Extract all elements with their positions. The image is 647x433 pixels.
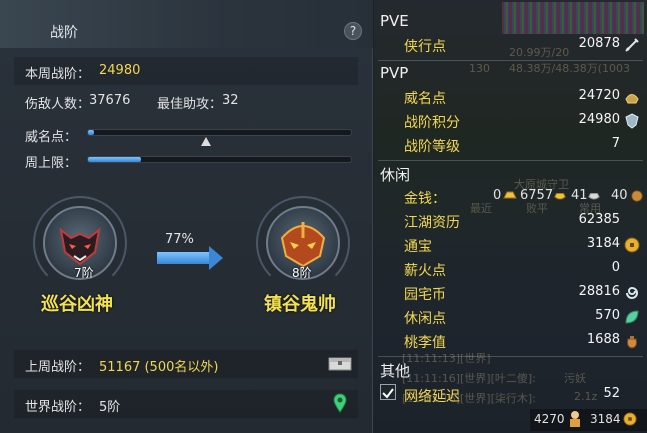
arrow-right-icon (209, 246, 223, 270)
pvp-item-label: 威名点 (404, 91, 446, 107)
rank-progress-arrow (157, 252, 211, 264)
leisure-item-label: 江湖资历 (404, 215, 460, 231)
weekly-cap-bar-fill (88, 157, 141, 162)
pvp-item-label: 战阶积分 (404, 115, 460, 131)
background-text: 130 (469, 62, 490, 75)
leisure-item-value: 62385 (578, 212, 620, 227)
assists-label: 最佳助攻： (157, 97, 223, 112)
pvp-item-value: 24720 (578, 88, 620, 103)
leisure-item-label: 园宅币 (404, 287, 446, 303)
money-gold-value: 0 (493, 188, 502, 203)
kills-label: 伤敌人数： (25, 97, 91, 112)
chest-icon[interactable] (328, 355, 352, 371)
kills-value: 37676 (89, 93, 131, 108)
leisure-item-value: 570 (595, 308, 620, 323)
money-label: 金钱： (404, 191, 446, 207)
money-row: 金钱： 0 6757 41 40 (404, 186, 644, 208)
coin-icon (624, 237, 640, 253)
help-button[interactable]: ? (344, 22, 362, 40)
reputation-marker-icon (201, 137, 212, 146)
pvp-item-value: 24980 (578, 112, 620, 127)
panel-header: 战阶 ? (0, 0, 373, 48)
crest-icon (625, 113, 639, 129)
copper-ingot-icon (588, 192, 600, 200)
network-latency-row: 网络延迟 52 (404, 384, 642, 406)
weekly-rank-label: 本周战阶： (25, 67, 91, 82)
network-latency-label: 网络延迟 (404, 389, 460, 405)
copper-coin-icon (631, 190, 643, 202)
assists-value: 32 (222, 93, 239, 108)
reputation-bar (87, 129, 352, 136)
leaf-icon (625, 310, 639, 324)
background-text: 48.38万/48.38万(1003 (509, 62, 630, 75)
leisure-header: 休闲 (380, 166, 411, 184)
leisure-item-home-coin: 园宅币 28816 (404, 282, 642, 304)
pvp-header: PVP (380, 64, 409, 82)
footer-left-value: 4270 (534, 412, 565, 426)
leisure-item-label: 桃李值 (404, 335, 446, 351)
leisure-item-fire: 薪火点 0 (404, 258, 642, 280)
leisure-item-label: 通宝 (404, 239, 432, 255)
network-latency-value: 52 (603, 386, 620, 401)
money-silver-value: 6757 (520, 188, 554, 203)
reputation-label: 威名点： (25, 130, 78, 145)
location-pin-icon[interactable] (333, 393, 347, 413)
rank-progress-percent: 77% (165, 232, 194, 247)
next-rank-level: 8阶 (292, 266, 312, 280)
footer-right-value: 3184 (590, 412, 621, 426)
leisure-item-tongbao: 通宝 3184 (404, 234, 642, 256)
leisure-item-value: 28816 (578, 284, 620, 299)
checkmark-icon (382, 388, 394, 399)
sword-icon (625, 38, 639, 52)
pve-item-value: 20878 (578, 36, 620, 51)
background-text: [11:11:13][世界] (402, 352, 491, 365)
pvp-item-rank-level: 战阶等级 7 (404, 134, 642, 156)
rank-panel: 战阶 ? 本周战阶： 24980 伤敌人数： 37676 最佳助攻： 32 威名… (0, 0, 373, 433)
character-icon (570, 411, 580, 427)
next-rank-name: 镇谷鬼帅 (264, 294, 336, 315)
current-rank-level: 7阶 (74, 266, 94, 280)
helmet-icon (625, 94, 639, 104)
leisure-item-value: 0 (611, 260, 620, 275)
world-rank-label: 世界战阶： (25, 400, 91, 415)
pve-header: PVE (380, 12, 409, 30)
weekly-cap-bar (87, 156, 352, 163)
pvp-item-label: 战阶等级 (404, 139, 460, 155)
weekly-cap-label: 周上限： (25, 156, 78, 171)
leisure-item-value: 1688 (586, 332, 620, 347)
leisure-item-label: 休闲点 (404, 311, 446, 327)
silver-ingot-icon (554, 192, 566, 200)
last-week-label: 上周战阶： (25, 360, 91, 375)
pve-item-xiaxing: 侠行点 20878 (404, 34, 642, 56)
panel-title: 战阶 (50, 25, 78, 41)
pvp-item-value: 7 (611, 136, 620, 151)
leisure-item-leisure-points: 休闲点 570 (404, 306, 642, 328)
pve-item-label: 侠行点 (404, 39, 446, 55)
world-rank-value: 5阶 (99, 400, 121, 415)
footer-coin-icon (623, 412, 637, 426)
reputation-bar-fill (88, 130, 94, 135)
current-rank-name: 巡谷凶神 (41, 294, 113, 315)
swirl-icon (626, 286, 638, 299)
currency-panel: 20.99万/20 130 48.38万/48.38万(1003 大原城守卫 最… (374, 0, 647, 433)
leisure-item-label: 薪火点 (404, 263, 446, 279)
leisure-item-value: 3184 (586, 236, 620, 251)
gold-ingot-icon (503, 191, 517, 199)
pvp-item-reputation: 威名点 24720 (404, 86, 642, 108)
money-copper-value: 41 (571, 188, 588, 203)
leisure-item-taoli: 桃李值 1688 (404, 330, 642, 352)
pouch-icon (627, 336, 637, 349)
other-header: 其他 (380, 362, 411, 380)
money-coin-value: 40 (611, 188, 628, 203)
pvp-item-rank-score: 战阶积分 24980 (404, 110, 642, 132)
last-week-value: 51167 (500名以外) (99, 360, 219, 375)
network-latency-checkbox[interactable] (380, 384, 396, 400)
leisure-item-experience: 江湖资历 62385 (404, 210, 642, 232)
weekly-rank-value: 24980 (99, 63, 141, 78)
